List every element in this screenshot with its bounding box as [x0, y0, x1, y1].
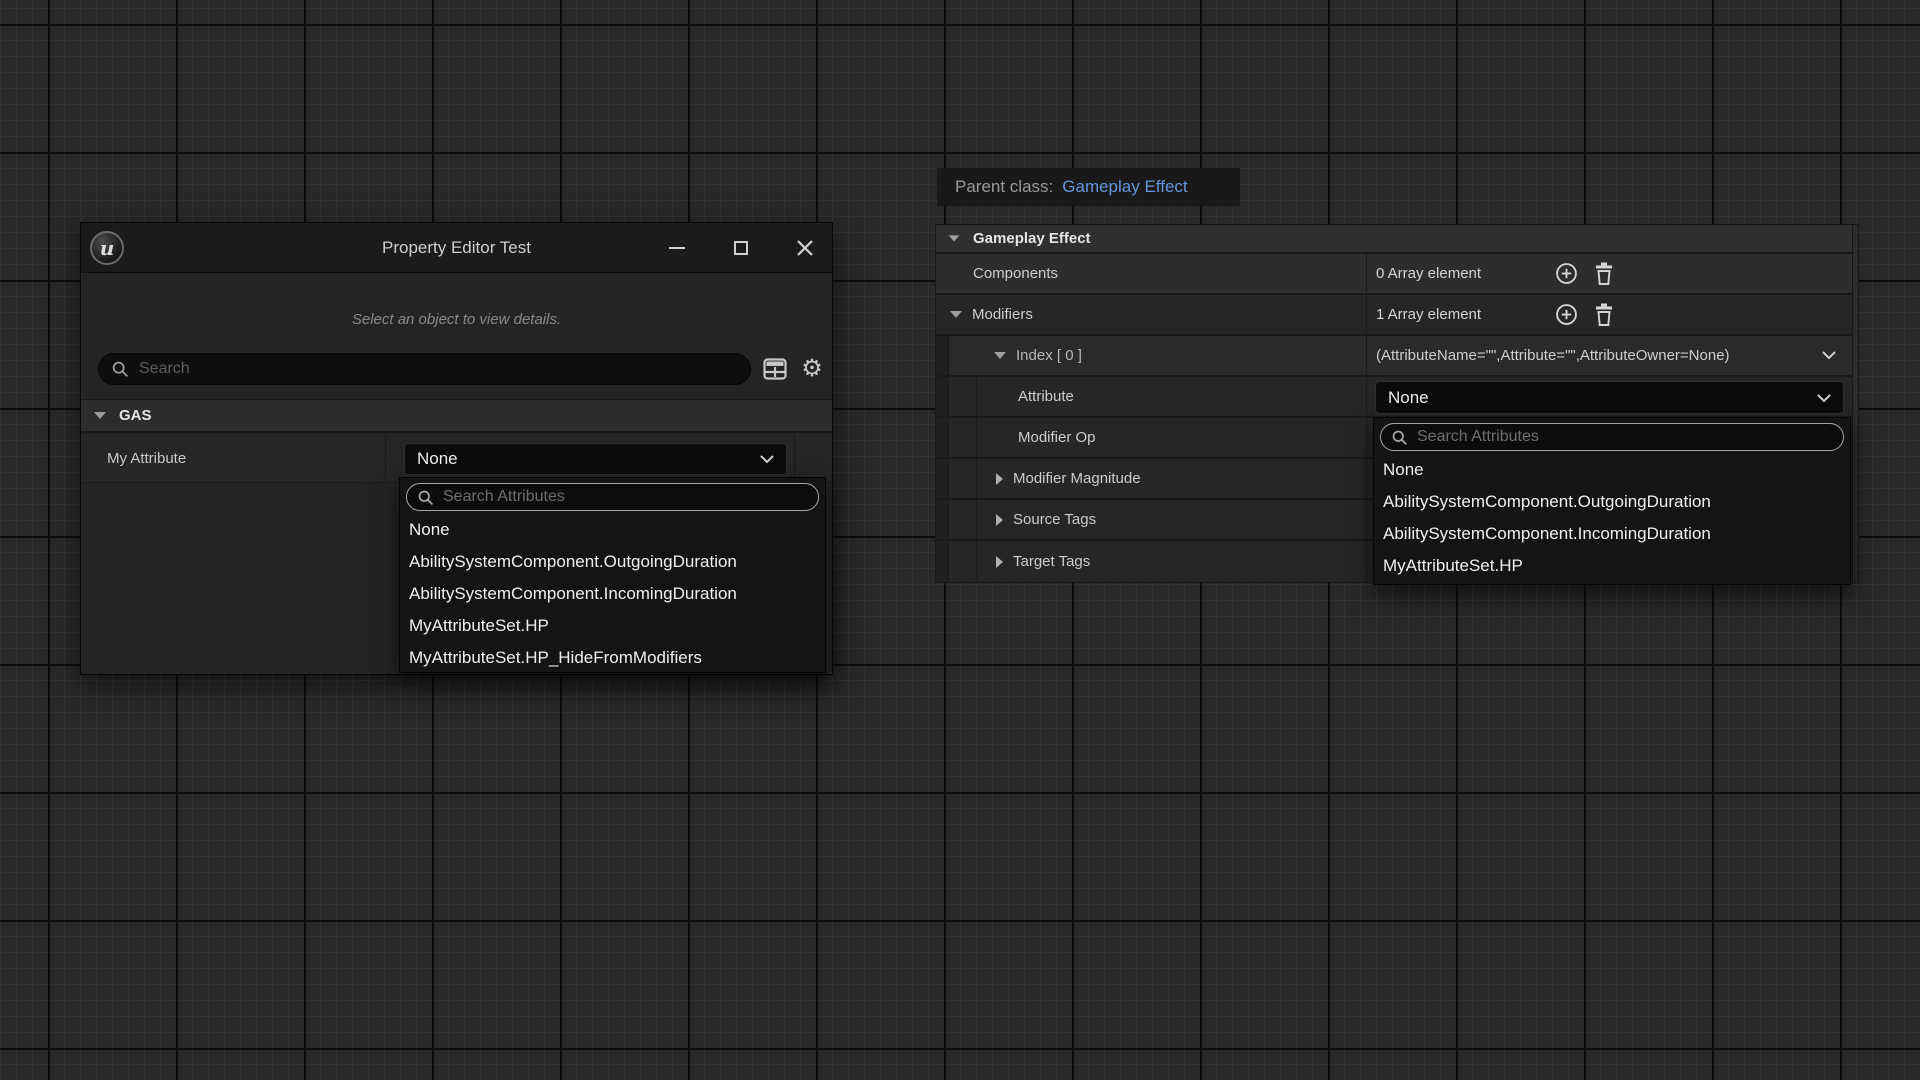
expand-arrow-icon[interactable]: [994, 352, 1006, 359]
struct-preview: (AttributeName="",Attribute="",Attribute…: [1367, 347, 1730, 364]
array-count: 1 Array element: [1367, 306, 1481, 323]
dropdown-search-box[interactable]: [1380, 423, 1844, 451]
row-index-0: Index [ 0 ] (AttributeName="",Attribute=…: [936, 336, 1858, 377]
dropdown-item[interactable]: MyAttributeSet.HP: [400, 610, 825, 642]
parent-class-link[interactable]: Gameplay Effect: [1062, 177, 1187, 197]
dropdown-item[interactable]: None: [400, 514, 825, 546]
row-label: Index [ 0 ]: [1016, 347, 1082, 364]
attribute-dropdown-popup: NoneAbilitySystemComponent.OutgoingDurat…: [399, 477, 826, 673]
dropdown-item[interactable]: AbilitySystemComponent.OutgoingDuration: [1374, 486, 1850, 518]
close-icon: [796, 239, 814, 257]
dropdown-search-input[interactable]: [443, 488, 808, 506]
dropdown-search-box[interactable]: [406, 483, 819, 511]
table-grid-icon: [763, 358, 787, 380]
category-label: Gameplay Effect: [973, 230, 1091, 247]
indent-guide: [976, 418, 977, 457]
expand-arrow-icon[interactable]: [950, 311, 962, 318]
row-components: Components 0 Array element: [936, 254, 1858, 295]
parent-class-label: Parent class:: [955, 177, 1053, 197]
indent-guide: [936, 459, 949, 498]
my-attribute-combobox[interactable]: None: [404, 443, 787, 475]
row-label: Target Tags: [1013, 553, 1090, 570]
attribute-combobox[interactable]: None: [1375, 381, 1844, 414]
indent-guide: [936, 541, 949, 582]
attribute-dropdown-popup: NoneAbilitySystemComponent.OutgoingDurat…: [1373, 417, 1851, 585]
close-button[interactable]: [792, 235, 818, 261]
add-element-button[interactable]: [1555, 262, 1578, 285]
indent-guide: [936, 418, 949, 457]
dropdown-item[interactable]: MyAttributeSet.HP: [1374, 550, 1850, 582]
category-header-gas[interactable]: GAS: [81, 399, 832, 433]
search-icon: [111, 360, 129, 378]
indent-guide: [976, 500, 977, 539]
indent-guide: [976, 377, 977, 416]
gear-icon: ⚙: [801, 357, 823, 381]
minimize-icon: [669, 247, 685, 249]
array-count: 0 Array element: [1367, 265, 1481, 282]
row-label: Modifier Op: [1018, 429, 1096, 446]
property-label: My Attribute: [81, 435, 386, 482]
property-row-my-attribute: My Attribute None: [81, 435, 832, 483]
minimize-button[interactable]: [664, 235, 690, 261]
chevron-down-icon: [760, 455, 774, 464]
attribute-options-list: NoneAbilitySystemComponent.OutgoingDurat…: [1374, 454, 1850, 582]
row-label: Modifiers: [972, 306, 1033, 323]
collapsed-arrow-icon[interactable]: [996, 473, 1003, 485]
row-label: Modifier Magnitude: [1013, 470, 1141, 487]
collapsed-arrow-icon[interactable]: [996, 514, 1003, 526]
row-label: Components: [973, 265, 1058, 282]
dropdown-search-input[interactable]: [1417, 428, 1833, 446]
row-modifiers: Modifiers 1 Array element: [936, 295, 1858, 336]
add-element-button[interactable]: [1555, 303, 1578, 326]
indent-guide: [976, 541, 977, 582]
attribute-options-list: NoneAbilitySystemComponent.OutgoingDurat…: [400, 514, 825, 674]
clear-array-button[interactable]: [1594, 262, 1614, 285]
expand-arrow-icon: [949, 235, 960, 241]
category-label: GAS: [119, 407, 152, 424]
empty-selection-hint: Select an object to view details.: [81, 311, 832, 328]
window-titlebar[interactable]: u Property Editor Test: [81, 223, 832, 273]
search-icon: [1391, 429, 1408, 446]
collapsed-arrow-icon[interactable]: [996, 556, 1003, 568]
indent-guide: [936, 336, 949, 375]
chevron-down-icon: [1817, 394, 1831, 403]
parent-class-bar: Parent class: Gameplay Effect: [937, 168, 1240, 206]
clear-array-button[interactable]: [1594, 303, 1614, 326]
combobox-value: None: [417, 449, 458, 469]
dropdown-item[interactable]: MyAttributeSet.HP_HideFromModifiers: [400, 642, 825, 674]
maximize-icon: [734, 241, 748, 255]
detail-view-options-button[interactable]: [762, 356, 788, 382]
dropdown-item[interactable]: AbilitySystemComponent.IncomingDuration: [400, 578, 825, 610]
dropdown-item[interactable]: AbilitySystemComponent.OutgoingDuration: [400, 546, 825, 578]
indent-guide: [976, 459, 977, 498]
maximize-button[interactable]: [728, 235, 754, 261]
row-label: Attribute: [1018, 388, 1074, 405]
scrollbar-gutter[interactable]: [1852, 225, 1858, 582]
search-icon: [417, 489, 434, 506]
dropdown-item[interactable]: AbilitySystemComponent.IncomingDuration: [1374, 518, 1850, 550]
search-box[interactable]: [98, 353, 751, 385]
chevron-down-icon[interactable]: [1822, 351, 1836, 360]
indent-guide: [936, 377, 949, 416]
expand-arrow-icon: [94, 412, 106, 419]
search-input[interactable]: [139, 360, 738, 378]
combobox-value: None: [1388, 388, 1429, 408]
settings-button[interactable]: ⚙: [799, 356, 825, 382]
dropdown-item[interactable]: None: [1374, 454, 1850, 486]
indent-guide: [936, 500, 949, 539]
category-header-gameplay-effect[interactable]: Gameplay Effect: [936, 225, 1858, 254]
row-label: Source Tags: [1013, 511, 1096, 528]
row-attribute: Attribute None: [936, 377, 1858, 418]
